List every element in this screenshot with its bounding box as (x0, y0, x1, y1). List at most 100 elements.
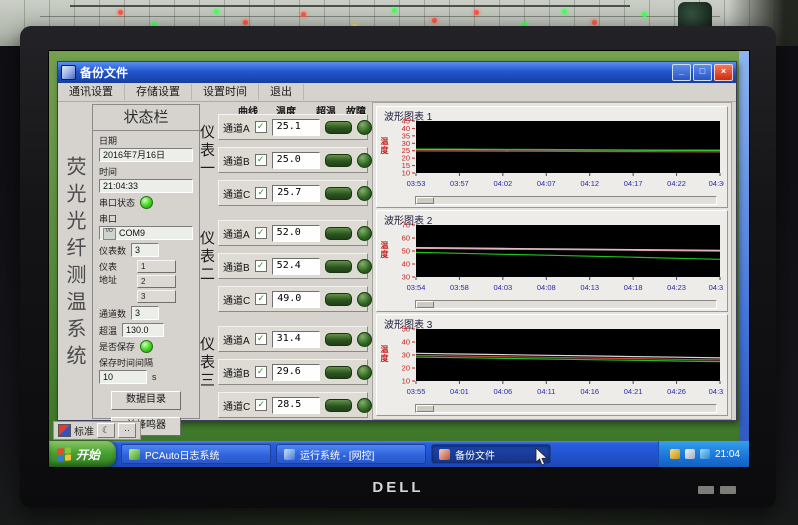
curve-checkbox[interactable]: ✓ (255, 154, 267, 166)
chart-scrollbar[interactable] (415, 300, 717, 309)
channel-row: 通道A ✓ 25.1 (218, 114, 368, 140)
instrument-name: 仪表三 (197, 336, 218, 390)
channel-label: 通道A (223, 332, 250, 347)
chart-scrollbar[interactable] (415, 196, 717, 205)
close-button[interactable]: × (714, 64, 733, 81)
start-button[interactable]: 开始 (49, 441, 116, 467)
temperature-value: 31.4 (272, 331, 320, 348)
overtemp-led (325, 293, 352, 306)
moon-icon-button[interactable]: ☾ (97, 423, 115, 438)
screen: 备份文件 _ □ × 通讯设置 存储设置 设置时间 退出 荧光光纤测温系统 状态… (48, 50, 750, 468)
data-directory-button[interactable]: 数据目录 (111, 391, 181, 410)
tray-icon[interactable] (685, 449, 695, 459)
maximize-button[interactable]: □ (693, 64, 712, 81)
channel-label: 通道C (223, 186, 250, 201)
scrollbar-thumb[interactable] (416, 301, 434, 308)
overtemp-led (325, 187, 352, 200)
overtemp-led (325, 154, 352, 167)
svg-text:04:01: 04:01 (450, 387, 469, 396)
menu-set-time[interactable]: 设置时间 (192, 84, 259, 100)
menu-storage-settings[interactable]: 存储设置 (125, 84, 192, 100)
save-interval-label: 保存时间间隔 (99, 356, 193, 369)
channel-row: 通道C ✓ 49.0 (218, 286, 368, 312)
svg-text:20: 20 (402, 364, 410, 373)
menu-comm-settings[interactable]: 通讯设置 (58, 84, 125, 100)
scrollbar-thumb[interactable] (416, 405, 434, 412)
task-label: 运行系统 - [网控] (300, 447, 374, 462)
curve-checkbox[interactable]: ✓ (255, 366, 267, 378)
curve-checkbox[interactable]: ✓ (255, 121, 267, 133)
fault-led (357, 365, 372, 380)
serial-port-select[interactable]: I/OCOM9 (99, 226, 193, 240)
dots-button[interactable]: ·· (118, 423, 136, 438)
dell-logo: DELL (20, 479, 776, 496)
address-label: 仪表地址 (99, 260, 125, 303)
svg-text:04:07: 04:07 (537, 179, 556, 188)
svg-text:04:16: 04:16 (580, 387, 599, 396)
window-titlebar[interactable]: 备份文件 _ □ × (58, 62, 736, 83)
charts-column: 波形图表 1 温度 101520253035404503:5303:5704:0… (372, 102, 732, 420)
instrument-count-value[interactable]: 3 (131, 243, 159, 257)
taskbar-task-3[interactable]: 备份文件 (431, 444, 551, 464)
time-value: 21:04:33 (99, 179, 193, 193)
channel-row: 通道A ✓ 52.0 (218, 220, 368, 246)
task-label: 备份文件 (455, 447, 495, 462)
labview-toolbar: 标准 ☾ ·· (53, 421, 141, 440)
svg-text:45: 45 (402, 118, 410, 126)
chart-scrollbar[interactable] (415, 404, 717, 413)
svg-text:10: 10 (402, 377, 410, 386)
menu-bar: 通讯设置 存储设置 设置时间 退出 (58, 83, 736, 102)
svg-text:03:58: 03:58 (450, 283, 469, 292)
curve-checkbox[interactable]: ✓ (255, 260, 267, 272)
bus-line (70, 5, 630, 7)
instrument-name: 仪表二 (197, 230, 218, 284)
indicator-light (592, 20, 597, 25)
overtemp-value[interactable]: 130.0 (122, 323, 164, 337)
curve-checkbox[interactable]: ✓ (255, 227, 267, 239)
curve-checkbox[interactable]: ✓ (255, 333, 267, 345)
save-interval-value[interactable]: 10 (99, 370, 147, 384)
indicator-light (118, 10, 123, 15)
channel-count-label: 通道数 (99, 307, 126, 320)
task-icon (284, 449, 295, 460)
channel-label: 通道A (223, 120, 250, 135)
curve-checkbox[interactable]: ✓ (255, 293, 267, 305)
taskbar: 开始 PCAuto日志系统 运行系统 - [网控] 备份文件 21:04 (49, 441, 749, 467)
fault-led (357, 398, 372, 413)
indicator-light (214, 9, 219, 14)
overtemp-led (325, 399, 352, 412)
channel-count-value[interactable]: 3 (131, 306, 159, 320)
curve-checkbox[interactable]: ✓ (255, 399, 267, 411)
indicator-light (474, 10, 479, 15)
menu-exit[interactable]: 退出 (259, 84, 304, 100)
taskbar-task-1[interactable]: PCAuto日志系统 (121, 444, 271, 464)
waveform-chart-3: 波形图表 3 温度 102030405003:5504:0104:0604:11… (376, 314, 728, 416)
overtemp-led (325, 333, 352, 346)
serial-status-led (140, 196, 153, 209)
address-input-1[interactable]: 1 (137, 260, 176, 273)
overtemp-led (325, 366, 352, 379)
toolbar-app-icon (58, 424, 71, 437)
svg-text:04:13: 04:13 (580, 283, 599, 292)
volume-icon[interactable] (700, 449, 710, 459)
curve-checkbox[interactable]: ✓ (255, 187, 267, 199)
overtemp-label: 超温 (99, 324, 117, 337)
svg-text:40: 40 (402, 260, 410, 269)
window-title: 备份文件 (80, 64, 128, 81)
address-input-3[interactable]: 3 (137, 290, 176, 303)
svg-text:04:08: 04:08 (537, 283, 556, 292)
instrument-group-1: 仪表一 通道A ✓ 25.1 通道B ✓ 25.0 (192, 114, 370, 214)
save-led (140, 340, 153, 353)
channel-label: 通道C (223, 398, 250, 413)
tray-icon[interactable] (670, 449, 680, 459)
taskbar-task-2[interactable]: 运行系统 - [网控] (276, 444, 426, 464)
temperature-value: 52.0 (272, 225, 320, 242)
scrollbar-thumb[interactable] (416, 197, 434, 204)
address-input-2[interactable]: 2 (137, 275, 176, 288)
channel-row: 通道A ✓ 31.4 (218, 326, 368, 352)
svg-text:40: 40 (402, 338, 410, 347)
minimize-button[interactable]: _ (672, 64, 691, 81)
svg-text:03:53: 03:53 (407, 179, 426, 188)
fault-led (357, 259, 372, 274)
date-value: 2016年7月16日 (99, 148, 193, 162)
